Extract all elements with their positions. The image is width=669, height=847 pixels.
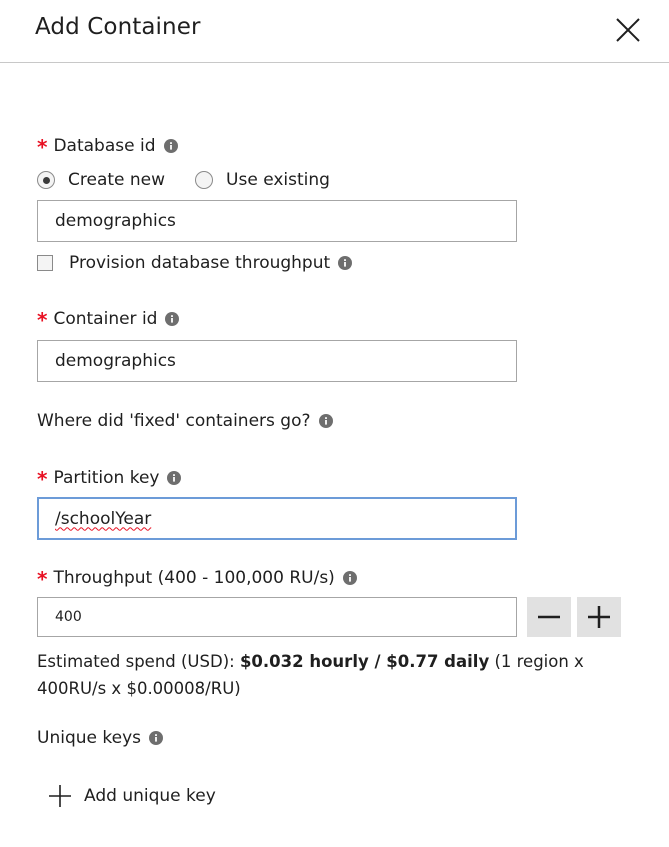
plus-icon [49,785,71,807]
fixed-containers-row: Where did 'fixed' containers go? [37,411,333,431]
close-button[interactable] [612,14,644,46]
database-mode-radio-group: Create new Use existing [37,170,360,190]
container-id-value: demographics [55,351,176,371]
decrement-button[interactable] [527,597,571,637]
provision-throughput-row: Provision database throughput [37,253,353,273]
database-id-label-row: * Database id [37,134,178,159]
add-unique-key-label: Add unique key [84,786,216,806]
database-id-label: Database id [53,136,156,156]
throughput-value: 400 [55,609,82,625]
fixed-containers-text: Where did 'fixed' containers go? [37,411,311,431]
info-icon[interactable] [338,256,353,270]
radio-create-new[interactable]: Create new [37,170,165,190]
required-marker: * [37,567,48,591]
partition-key-input[interactable]: /schoolYear [37,497,517,540]
database-id-value: demographics [55,211,176,231]
radio-use-existing-label: Use existing [226,170,330,190]
partition-key-value: /schoolYear [55,508,152,529]
throughput-input[interactable]: 400 [37,597,517,637]
required-marker: * [37,308,48,332]
info-icon[interactable] [148,731,163,745]
radio-create-new-label: Create new [68,170,166,190]
radio-button-checked[interactable] [37,171,55,189]
partition-key-label: Partition key [53,468,160,488]
plus-icon [588,606,610,628]
info-icon[interactable] [165,312,180,326]
close-icon [616,18,640,42]
throughput-label-row: * Throughput (400 - 100,000 RU/s) [37,566,357,591]
throughput-label: Throughput (400 - 100,000 RU/s) [53,568,335,588]
provision-throughput-label: Provision database throughput [69,253,331,273]
container-id-label-row: * Container id [37,307,180,332]
increment-button[interactable] [577,597,621,637]
minus-icon [538,615,560,619]
container-id-input[interactable]: demographics [37,340,517,382]
info-icon[interactable] [163,139,178,153]
partition-key-label-row: * Partition key [37,466,182,491]
container-id-label: Container id [53,309,158,329]
estimate-prefix: Estimated spend (USD): [37,652,240,671]
provision-throughput-checkbox[interactable] [37,255,53,271]
add-unique-key-button[interactable]: Add unique key [48,784,216,808]
required-marker: * [37,467,48,491]
unique-keys-row: Unique keys [37,728,163,748]
info-icon[interactable] [342,571,357,585]
radio-button-unchecked[interactable] [195,171,214,189]
panel-header: Add Container [0,0,669,63]
radio-use-existing[interactable]: Use existing [195,170,330,190]
unique-keys-label: Unique keys [37,728,141,748]
estimate-amount: $0.032 hourly / $0.77 daily [239,652,490,671]
info-icon[interactable] [318,414,333,428]
database-id-input[interactable]: demographics [37,200,517,242]
estimated-spend: Estimated spend (USD): $0.032 hourly / $… [37,648,597,702]
info-icon[interactable] [167,471,182,485]
required-marker: * [37,135,48,159]
add-container-panel: Add Container * Database id Create new U… [0,0,669,847]
panel-title: Add Container [35,14,201,40]
